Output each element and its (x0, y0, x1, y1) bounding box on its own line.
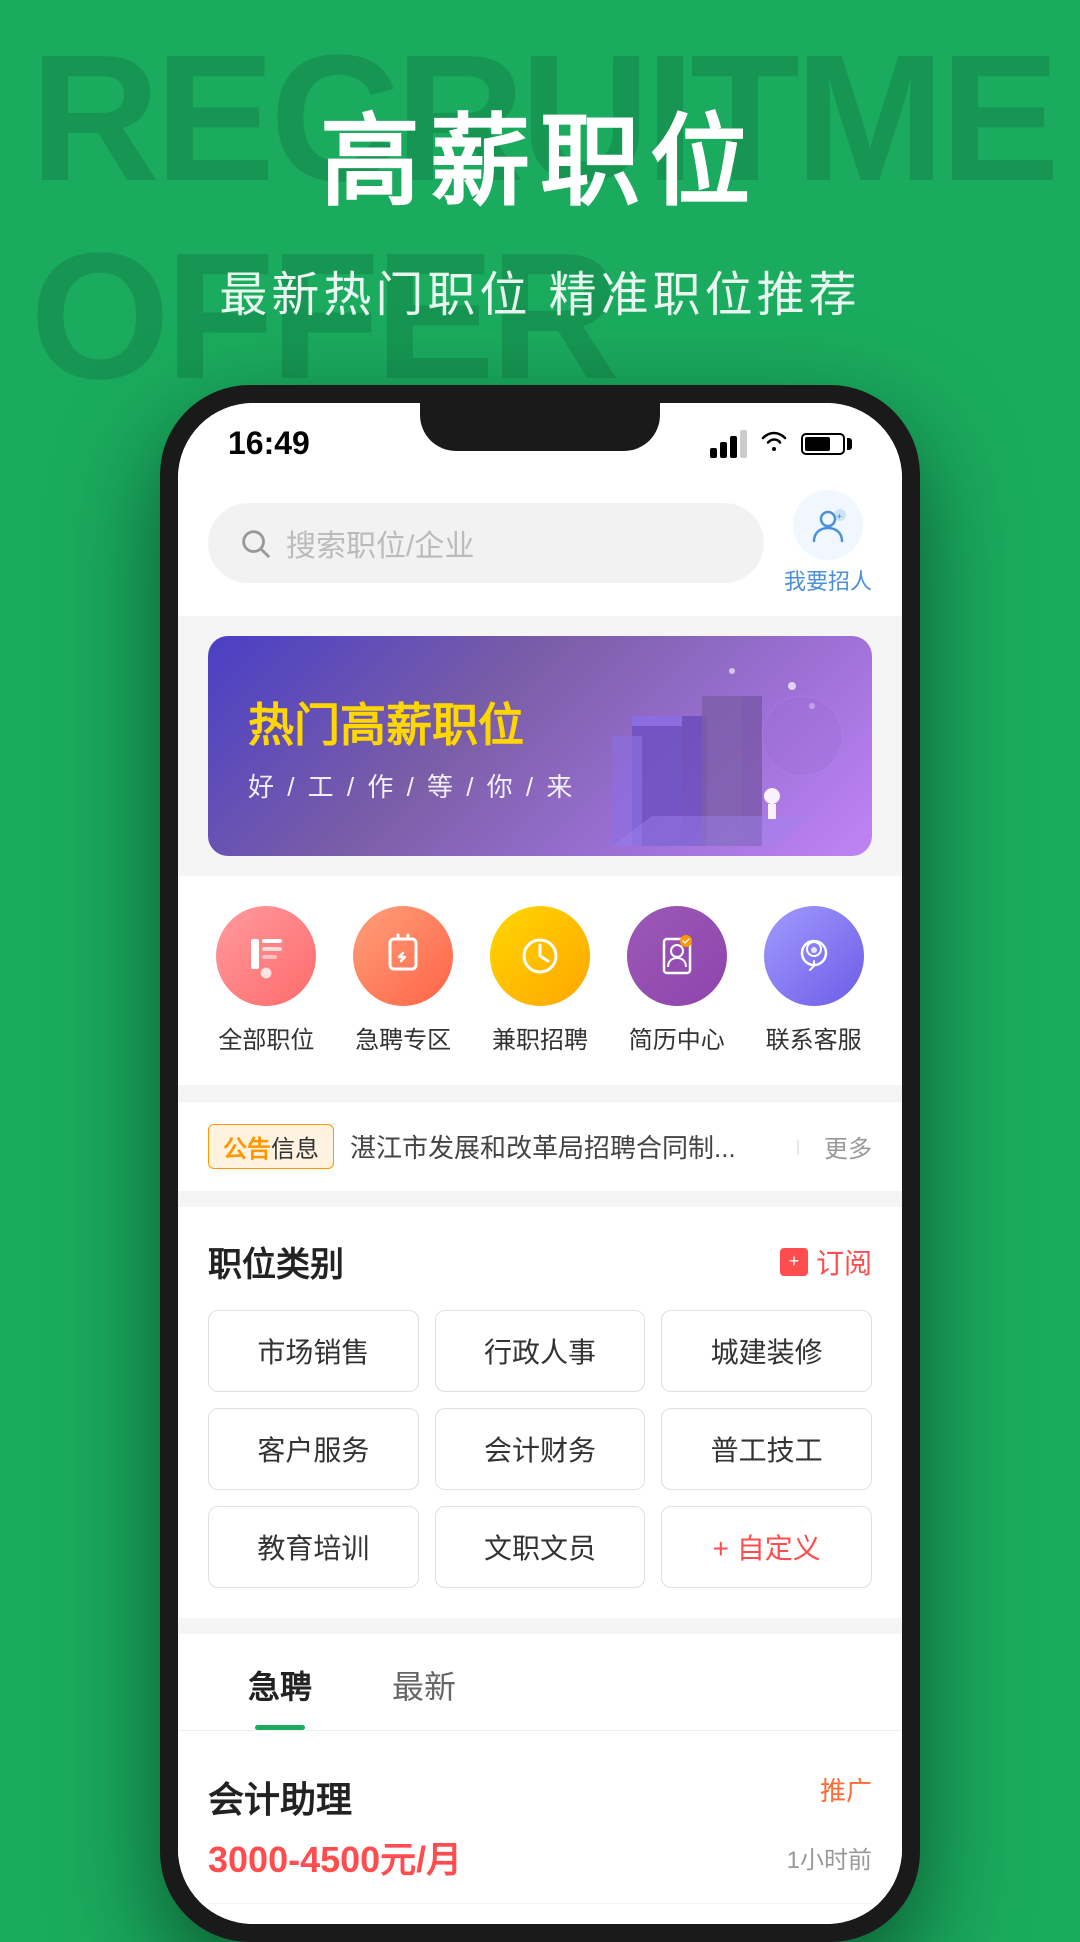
main-title: 高薪职位 (0, 80, 1080, 225)
category-all-label: 全部职位 (218, 1020, 314, 1055)
tab-latest[interactable]: 最新 (352, 1634, 496, 1730)
wifi-icon (759, 428, 789, 460)
category-all-icon (216, 906, 316, 1006)
search-icon (238, 526, 272, 560)
recruit-icon: + (793, 490, 863, 560)
recruit-button[interactable]: + 我要招人 (784, 490, 872, 596)
category-parttime-icon (490, 906, 590, 1006)
subscribe-button[interactable]: + 订阅 (780, 1242, 872, 1282)
battery-icon (801, 433, 852, 455)
subscribe-label: 订阅 (816, 1242, 872, 1282)
category-parttime[interactable]: 兼职招聘 (490, 906, 590, 1055)
notice-bar: 公告信息 湛江市发展和改革局招聘合同制... | 更多 (178, 1101, 902, 1191)
banner-illustration (572, 656, 852, 856)
tag-item[interactable]: 行政人事 (435, 1310, 646, 1392)
banner-title: 热门高薪职位 (248, 689, 575, 755)
section-title: 职位类别 (208, 1237, 344, 1286)
banner-text: 热门高薪职位 好 / 工 / 作 / 等 / 你 / 来 (248, 689, 575, 804)
tab-urgent[interactable]: 急聘 (208, 1634, 352, 1730)
tag-item[interactable]: 文职文员 (435, 1506, 646, 1588)
search-box[interactable]: 搜索职位/企业 (208, 503, 764, 583)
recruit-label-text: 我要招人 (784, 564, 872, 596)
job-promoted-badge: 推广 (820, 1771, 872, 1808)
section-header: 职位类别 + 订阅 (208, 1237, 872, 1286)
job-salary: 3000-4500元/月 (208, 1831, 462, 1883)
subscribe-icon: + (780, 1248, 808, 1276)
app-content: 搜索职位/企业 + 我要招人 (178, 470, 902, 1924)
phone-mockup: 16:49 (0, 385, 1080, 1942)
notice-more-link[interactable]: 更多 (824, 1129, 872, 1164)
category-resume-icon (627, 906, 727, 1006)
job-title: 会计助理 (208, 1771, 352, 1823)
status-time: 16:49 (228, 425, 310, 462)
category-all[interactable]: 全部职位 (216, 906, 316, 1055)
status-icons (710, 428, 852, 460)
search-placeholder-text: 搜索职位/企业 (286, 521, 474, 565)
category-resume-label: 简历中心 (629, 1020, 725, 1055)
tag-item[interactable]: 客户服务 (208, 1408, 419, 1490)
notice-text: 湛江市发展和改革局招聘合同制... (350, 1128, 772, 1165)
job-time: 1小时前 (787, 1840, 872, 1875)
job-card-header: 会计助理 推广 (208, 1771, 872, 1823)
category-urgent[interactable]: 急聘专区 (353, 906, 453, 1055)
job-card[interactable]: 会计助理 推广 3000-4500元/月 1小时前 (208, 1751, 872, 1904)
phone-notch (420, 403, 660, 451)
svg-text:+: + (837, 512, 842, 521)
tag-item[interactable]: 教育培训 (208, 1506, 419, 1588)
category-urgent-icon (353, 906, 453, 1006)
job-list: 会计助理 推广 3000-4500元/月 1小时前 (178, 1731, 902, 1924)
tag-item[interactable]: 会计财务 (435, 1408, 646, 1490)
job-categories-section: 职位类别 + 订阅 市场销售 行政人事 城建装修 客户服务 会计财务 普工技工 (178, 1207, 902, 1618)
header-section: 高薪职位 最新热门职位 精准职位推荐 (0, 0, 1080, 385)
banner-subtitle: 好 / 工 / 作 / 等 / 你 / 来 (248, 767, 575, 804)
tab-bar: 急聘 最新 (178, 1634, 902, 1731)
tag-item[interactable]: 普工技工 (661, 1408, 872, 1490)
banner[interactable]: 热门高薪职位 好 / 工 / 作 / 等 / 你 / 来 (208, 636, 872, 856)
signal-icon (710, 430, 747, 458)
phone-inner-screen: 16:49 (178, 403, 902, 1924)
category-service[interactable]: 联系客服 (764, 906, 864, 1055)
sub-title: 最新热门职位 精准职位推荐 (0, 255, 1080, 325)
category-service-label: 联系客服 (766, 1020, 862, 1055)
notice-tag: 公告信息 (208, 1124, 334, 1169)
job-tabs: 急聘 最新 会计助理 推广 3000- (178, 1634, 902, 1924)
tag-item[interactable]: 市场销售 (208, 1310, 419, 1392)
category-service-icon (764, 906, 864, 1006)
tag-item[interactable]: 城建装修 (661, 1310, 872, 1392)
tag-grid: 市场销售 行政人事 城建装修 客户服务 会计财务 普工技工 教育培训 文职文员 … (208, 1310, 872, 1588)
category-urgent-label: 急聘专区 (355, 1020, 451, 1055)
search-area: 搜索职位/企业 + 我要招人 (178, 470, 902, 616)
category-parttime-label: 兼职招聘 (492, 1020, 588, 1055)
categories-row: 全部职位 急聘专区 (178, 876, 902, 1085)
category-resume[interactable]: 简历中心 (627, 906, 727, 1055)
tag-custom[interactable]: + 自定义 (661, 1506, 872, 1588)
phone-outer-frame: 16:49 (160, 385, 920, 1942)
